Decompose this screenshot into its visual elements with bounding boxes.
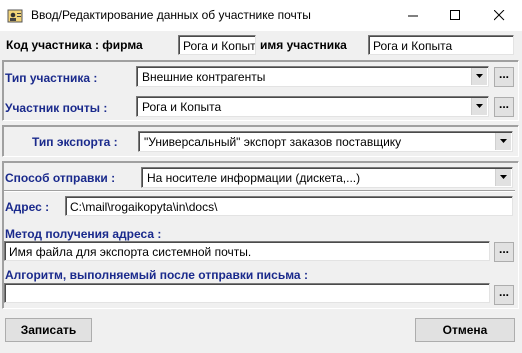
separator	[4, 190, 515, 192]
chevron-down-icon[interactable]	[495, 133, 511, 150]
mail-participant-value: Рога и Копыта	[142, 100, 222, 114]
send-method-label: Способ отправки :	[5, 171, 116, 185]
export-type-select[interactable]: "Универсальный" экспорт заказов поставщи…	[138, 131, 513, 152]
cancel-button[interactable]: Отмена	[415, 318, 515, 342]
participant-type-value: Внешние контрагенты	[142, 70, 266, 84]
dialog-window: Ввод/Редактирование данных об участнике …	[0, 0, 522, 353]
export-type-label: Тип экспорта :	[32, 135, 118, 149]
chevron-down-icon[interactable]	[471, 98, 487, 115]
mail-participant-label: Участник почты :	[5, 101, 108, 115]
firm-field[interactable]: Рога и Копыта	[178, 35, 256, 55]
address-method-ellipsis-button[interactable]: ...	[494, 242, 514, 262]
algorithm-ellipsis-button[interactable]: ...	[494, 285, 514, 305]
participant-code-label: Код участника : фирма	[6, 38, 143, 52]
maximize-button[interactable]	[433, 0, 477, 31]
address-field[interactable]: C:\mail\rogaikopyta\in\docs\	[65, 196, 513, 216]
address-method-label: Метод получения адреса :	[5, 227, 162, 241]
minimize-button[interactable]	[391, 0, 435, 31]
participant-name-field[interactable]: Рога и Копыта	[368, 35, 514, 55]
close-button[interactable]	[477, 0, 521, 31]
mail-participant-select[interactable]: Рога и Копыта	[136, 96, 489, 117]
title-bar: Ввод/Редактирование данных об участнике …	[0, 0, 522, 31]
participant-type-select[interactable]: Внешние контрагенты	[136, 66, 489, 87]
algorithm-label: Алгоритм, выполняемый после отправки пис…	[5, 268, 308, 282]
address-label: Адрес :	[5, 200, 50, 214]
chevron-down-icon[interactable]	[471, 68, 487, 85]
send-method-value: На носителе информации (дискета,...)	[147, 171, 361, 185]
export-type-value: "Универсальный" экспорт заказов поставщи…	[144, 135, 402, 149]
chevron-down-icon[interactable]	[495, 169, 511, 186]
participant-type-label: Тип участника :	[5, 71, 98, 85]
mail-participant-ellipsis-button[interactable]: ...	[494, 97, 514, 117]
participant-name-label: имя участника	[260, 38, 347, 52]
app-icon	[7, 8, 23, 24]
algorithm-field[interactable]	[4, 283, 490, 303]
send-method-select[interactable]: На носителе информации (дискета,...)	[141, 167, 513, 188]
save-button[interactable]: Записать	[5, 318, 92, 342]
window-title: Ввод/Редактирование данных об участнике …	[31, 8, 311, 22]
address-method-field[interactable]: Имя файла для экспорта системной почты.	[4, 241, 490, 261]
participant-type-ellipsis-button[interactable]: ...	[494, 67, 514, 87]
